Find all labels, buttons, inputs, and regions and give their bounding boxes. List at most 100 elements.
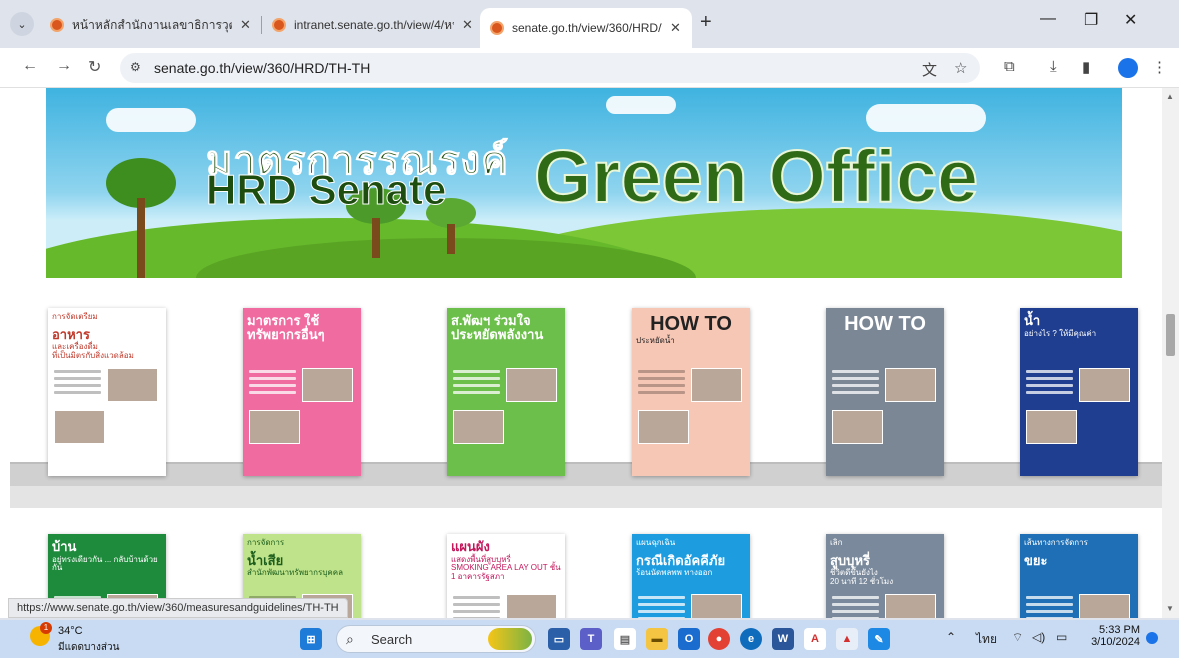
tab-senate-home[interactable]: หน้าหลักสำนักงานเลขาธิการวุฒิสภา ✕ <box>40 9 261 41</box>
language-indicator[interactable]: ไทย <box>976 630 997 649</box>
taskbar-clock[interactable]: 5:33 PM 3/10/2024 <box>1088 624 1140 648</box>
wifi-icon[interactable]: ⌔ <box>1012 630 1023 645</box>
notification-bell-icon[interactable] <box>1146 632 1158 644</box>
new-tab-icon[interactable]: + <box>700 11 712 34</box>
close-icon[interactable]: ✕ <box>670 20 681 36</box>
poster-illustration <box>453 362 559 462</box>
weather-temp[interactable]: 34°C <box>58 625 83 637</box>
poster-title: น้ำ <box>1024 313 1041 328</box>
tab-title: intranet.senate.go.th/view/4/หน้ <box>294 17 454 32</box>
poster-text-line <box>638 370 685 373</box>
outlook-icon[interactable]: O <box>678 628 700 650</box>
snipping-tool-icon[interactable]: ✎ <box>868 628 890 650</box>
poster-photo <box>1079 594 1130 618</box>
search-label: Search <box>371 632 413 647</box>
tab-title: senate.go.th/view/360/HRD/TH <box>512 21 662 35</box>
poster-card[interactable]: การจัดเตรียม อาหาร และเครื่องดื่ม ที่เป็นมิ… <box>48 308 166 476</box>
poster-text-line <box>453 596 500 599</box>
poster-prefix: การจัดเตรียม <box>52 312 98 321</box>
poster-text-line <box>453 610 500 613</box>
extensions-icon[interactable]: ⧉ <box>1004 58 1015 75</box>
poster-title: ขยะ <box>1024 552 1048 568</box>
poster-card[interactable]: เลิก สูบบุหรี่ ชีวิตดีขึ้นยังไง 20 นาที 12 … <box>826 534 944 618</box>
word-icon[interactable]: W <box>772 628 794 650</box>
url-text[interactable]: senate.go.th/view/360/HRD/TH-TH <box>154 60 370 76</box>
photos-icon[interactable]: ▲ <box>836 628 858 650</box>
side-panel-icon[interactable]: ▮ <box>1082 58 1090 76</box>
teams-icon[interactable]: T <box>580 628 602 650</box>
tab-intranet[interactable]: intranet.senate.go.th/view/4/หน้ ✕ <box>262 9 483 41</box>
search-highlight-icon[interactable] <box>488 628 532 650</box>
back-icon[interactable]: ← <box>22 57 38 75</box>
edge-icon[interactable]: e <box>740 628 762 650</box>
scroll-up-icon[interactable]: ▲ <box>1166 92 1174 101</box>
poster-card[interactable]: มาตรการ ใช้ทรัพยากรอื่นๆ <box>243 308 361 476</box>
chrome-icon[interactable]: ● <box>708 628 730 650</box>
poster-text-line <box>249 391 296 394</box>
poster-card[interactable]: เส้นทางการจัดการขยะ <box>1020 534 1138 618</box>
poster-card[interactable]: แผนผัง แสดงพื้นที่สูบบุหรี่ SMOKING AREA L… <box>447 534 565 618</box>
close-icon[interactable]: ✕ <box>240 17 251 33</box>
weather-desc[interactable]: มีแดดบางส่วน <box>58 640 119 655</box>
forward-icon[interactable]: → <box>56 57 72 75</box>
poster-photo <box>249 410 300 444</box>
notepad-icon[interactable]: ▤ <box>614 628 636 650</box>
browser-toolbar: ← → ↻ ⚙ senate.go.th/view/360/HRD/TH-TH … <box>0 48 1179 88</box>
poster-subtitle: อย่างไร ? ให้มีคุณค่า <box>1024 328 1097 338</box>
poster-text-line <box>832 596 879 599</box>
file-explorer-icon[interactable]: ▬ <box>646 628 668 650</box>
page-scrollbar[interactable]: ▲ ▼ <box>1162 88 1179 618</box>
poster-subtitle: สำนักพัฒนาทรัพยากรบุคคล <box>247 568 343 578</box>
start-windows-icon[interactable]: ⊞ <box>300 628 322 650</box>
poster-photo <box>107 368 158 402</box>
poster-photo <box>453 410 504 444</box>
reload-icon[interactable]: ↻ <box>88 57 101 77</box>
download-icon[interactable]: ⤓ <box>1050 58 1057 75</box>
poster-title: น้ำเสีย <box>247 552 284 568</box>
poster-text-line <box>453 603 500 606</box>
poster-text-line <box>1026 603 1073 606</box>
poster-text-line <box>832 391 879 394</box>
tray-chevron-icon[interactable]: ⌃ <box>946 630 956 644</box>
poster-text-line <box>832 617 879 618</box>
close-icon[interactable]: ✕ <box>462 17 473 33</box>
poster-text-line <box>832 384 879 387</box>
menu-kebab-icon[interactable]: ⋮ <box>1152 58 1167 76</box>
poster-title: กรณีเกิดอัคคีภัย <box>636 552 726 568</box>
poster-text-line <box>832 377 879 380</box>
site-info-icon[interactable]: ⚙ <box>130 60 141 74</box>
cloud <box>606 96 676 114</box>
poster-card[interactable]: HOW TO <box>826 308 944 476</box>
restore-icon[interactable]: ❐ <box>1084 10 1098 30</box>
poster-photo <box>885 368 936 402</box>
poster-text-line <box>54 391 101 394</box>
acrobat-icon[interactable]: A <box>804 628 826 650</box>
poster-text-line <box>638 603 685 606</box>
minimize-icon[interactable]: — <box>1040 10 1056 28</box>
senate-favicon-icon <box>50 18 64 32</box>
poster-text-line <box>453 370 500 373</box>
banner-green-office-title: Green Office <box>533 134 979 219</box>
translate-icon[interactable]: 文 <box>922 59 937 80</box>
poster-title: บ้าน <box>52 539 77 554</box>
poster-photo <box>691 368 742 402</box>
volume-icon[interactable]: ◁) <box>1032 630 1045 644</box>
poster-card[interactable]: แผนฉุกเฉิน กรณีเกิดอัคคีภัย ร้อนนัดพลพพ ทา… <box>632 534 750 618</box>
scroll-down-icon[interactable]: ▼ <box>1166 604 1174 613</box>
profile-avatar[interactable] <box>1118 58 1138 78</box>
poster-prefix: เส้นทางการจัดการ <box>1024 538 1088 547</box>
poster-prefix: การจัดการ <box>247 538 285 547</box>
tab-hrd-active[interactable]: senate.go.th/view/360/HRD/TH ✕ <box>480 8 692 48</box>
battery-icon[interactable]: ▭ <box>1056 630 1067 644</box>
poster-card[interactable]: HOW TO ประหยัดน้ำ <box>632 308 750 476</box>
bookmark-star-icon[interactable]: ☆ <box>954 59 967 77</box>
task-view-icon[interactable]: ▭ <box>548 628 570 650</box>
senate-favicon-icon <box>272 18 286 32</box>
scroll-thumb[interactable] <box>1166 314 1175 356</box>
poster-card[interactable]: น้ำ อย่างไร ? ให้มีคุณค่า <box>1020 308 1138 476</box>
poster-illustration <box>832 362 938 462</box>
address-bar[interactable]: ⚙ senate.go.th/view/360/HRD/TH-TH 文 ☆ <box>120 53 980 83</box>
window-close-icon[interactable]: ✕ <box>1124 10 1137 30</box>
tab-search-icon[interactable]: ⌄ <box>10 12 34 36</box>
poster-card[interactable]: ส.พัฒฯ ร่วมใจ ประหยัดพลังงาน <box>447 308 565 476</box>
